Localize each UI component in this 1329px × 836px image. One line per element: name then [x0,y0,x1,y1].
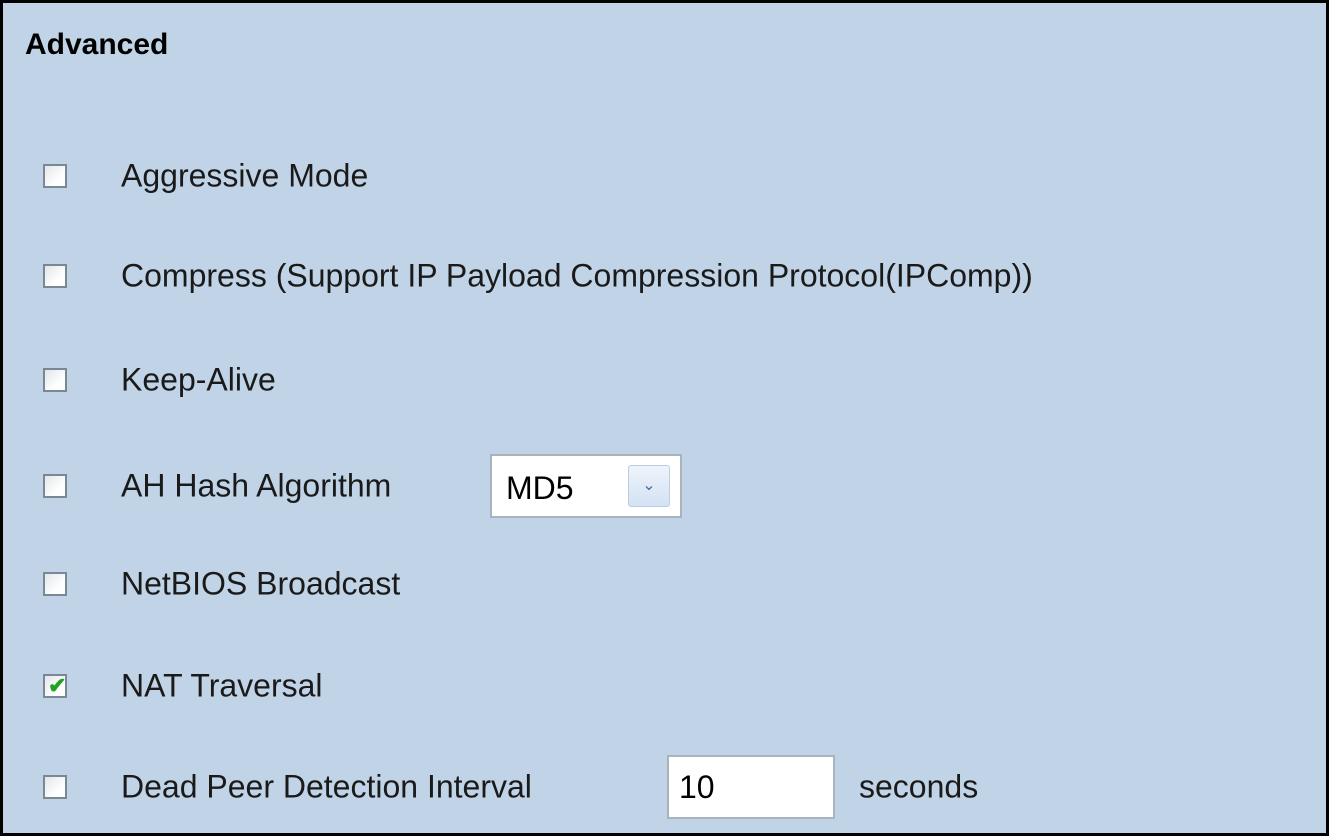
ah-hash-label: AH Hash Algorithm [121,467,392,504]
dpd-seconds-label: seconds [859,768,979,805]
ah-hash-select[interactable]: MD5 ⌄ [490,454,682,518]
option-row-keep-alive: Keep-Alive [3,350,1323,410]
nat-traversal-checkbox[interactable]: ✔ [43,673,67,698]
compress-label: Compress (Support IP Payload Compression… [121,257,1033,294]
ah-hash-checkbox[interactable] [43,474,67,498]
option-row-dpd: Dead Peer Detection Interval seconds [3,755,1323,819]
advanced-panel: Advanced Aggressive Mode Compress (Suppo… [0,0,1329,836]
section-title: Advanced [25,28,169,61]
dpd-interval-input[interactable] [667,755,835,819]
nat-traversal-label: NAT Traversal [121,667,323,704]
ah-hash-selected-value: MD5 [506,470,574,506]
option-row-netbios: NetBIOS Broadcast [3,554,1323,614]
option-row-ah-hash: AH Hash Algorithm MD5 ⌄ [3,454,1323,518]
dpd-label: Dead Peer Detection Interval [121,768,532,805]
option-row-aggressive-mode: Aggressive Mode [3,146,1323,206]
keep-alive-checkbox[interactable] [43,368,67,392]
option-row-nat-traversal: ✔ NAT Traversal [3,656,1323,716]
option-row-compress: Compress (Support IP Payload Compression… [3,246,1323,306]
aggressive-mode-label: Aggressive Mode [121,157,369,194]
compress-checkbox[interactable] [43,264,67,288]
aggressive-mode-checkbox[interactable] [43,164,67,188]
chevron-down-icon[interactable]: ⌄ [628,465,670,507]
keep-alive-label: Keep-Alive [121,361,276,398]
netbios-checkbox[interactable] [43,572,67,596]
netbios-label: NetBIOS Broadcast [121,565,401,602]
checkmark-icon: ✔ [48,673,67,698]
dpd-checkbox[interactable] [43,775,67,799]
